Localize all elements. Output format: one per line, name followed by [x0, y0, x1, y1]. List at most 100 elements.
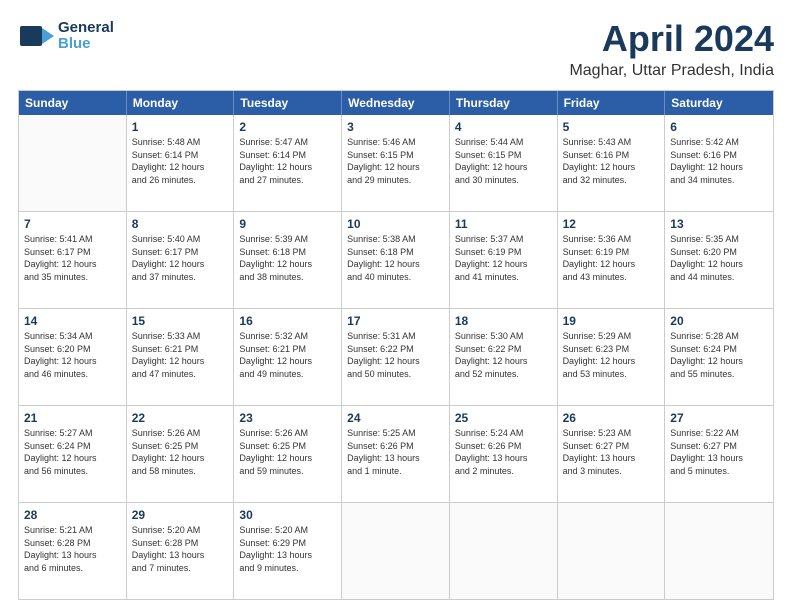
- day-number: 9: [239, 216, 336, 232]
- empty-cell: [450, 503, 558, 599]
- day-cell-3: 3Sunrise: 5:46 AM Sunset: 6:15 PM Daylig…: [342, 115, 450, 211]
- day-number: 25: [455, 410, 552, 426]
- day-number: 13: [670, 216, 768, 232]
- day-info: Sunrise: 5:41 AM Sunset: 6:17 PM Dayligh…: [24, 233, 121, 283]
- day-number: 26: [563, 410, 660, 426]
- day-number: 5: [563, 119, 660, 135]
- day-info: Sunrise: 5:28 AM Sunset: 6:24 PM Dayligh…: [670, 330, 768, 380]
- day-number: 15: [132, 313, 229, 329]
- day-number: 1: [132, 119, 229, 135]
- day-info: Sunrise: 5:35 AM Sunset: 6:20 PM Dayligh…: [670, 233, 768, 283]
- day-info: Sunrise: 5:21 AM Sunset: 6:28 PM Dayligh…: [24, 524, 121, 574]
- day-cell-8: 8Sunrise: 5:40 AM Sunset: 6:17 PM Daylig…: [127, 212, 235, 308]
- day-info: Sunrise: 5:31 AM Sunset: 6:22 PM Dayligh…: [347, 330, 444, 380]
- day-info: Sunrise: 5:47 AM Sunset: 6:14 PM Dayligh…: [239, 136, 336, 186]
- day-cell-24: 24Sunrise: 5:25 AM Sunset: 6:26 PM Dayli…: [342, 406, 450, 502]
- header: General Blue April 2024 Maghar, Uttar Pr…: [18, 18, 774, 80]
- day-number: 7: [24, 216, 121, 232]
- day-info: Sunrise: 5:24 AM Sunset: 6:26 PM Dayligh…: [455, 427, 552, 477]
- day-header-friday: Friday: [558, 91, 666, 115]
- logo-blue: Blue: [58, 36, 114, 53]
- day-cell-12: 12Sunrise: 5:36 AM Sunset: 6:19 PM Dayli…: [558, 212, 666, 308]
- day-header-tuesday: Tuesday: [234, 91, 342, 115]
- empty-cell: [665, 503, 773, 599]
- day-cell-28: 28Sunrise: 5:21 AM Sunset: 6:28 PM Dayli…: [19, 503, 127, 599]
- day-number: 4: [455, 119, 552, 135]
- day-info: Sunrise: 5:30 AM Sunset: 6:22 PM Dayligh…: [455, 330, 552, 380]
- empty-cell: [19, 115, 127, 211]
- title-block: April 2024 Maghar, Uttar Pradesh, India: [569, 18, 774, 80]
- day-info: Sunrise: 5:20 AM Sunset: 6:29 PM Dayligh…: [239, 524, 336, 574]
- page: General Blue April 2024 Maghar, Uttar Pr…: [0, 0, 792, 612]
- calendar-week-2: 7Sunrise: 5:41 AM Sunset: 6:17 PM Daylig…: [19, 212, 773, 309]
- day-number: 20: [670, 313, 768, 329]
- day-number: 14: [24, 313, 121, 329]
- day-info: Sunrise: 5:36 AM Sunset: 6:19 PM Dayligh…: [563, 233, 660, 283]
- logo-general: General: [58, 20, 114, 37]
- day-cell-7: 7Sunrise: 5:41 AM Sunset: 6:17 PM Daylig…: [19, 212, 127, 308]
- day-number: 28: [24, 507, 121, 523]
- calendar-body: 1Sunrise: 5:48 AM Sunset: 6:14 PM Daylig…: [19, 115, 773, 599]
- calendar-week-1: 1Sunrise: 5:48 AM Sunset: 6:14 PM Daylig…: [19, 115, 773, 212]
- day-header-saturday: Saturday: [665, 91, 773, 115]
- day-number: 29: [132, 507, 229, 523]
- day-cell-5: 5Sunrise: 5:43 AM Sunset: 6:16 PM Daylig…: [558, 115, 666, 211]
- day-number: 3: [347, 119, 444, 135]
- day-header-monday: Monday: [127, 91, 235, 115]
- day-info: Sunrise: 5:42 AM Sunset: 6:16 PM Dayligh…: [670, 136, 768, 186]
- day-info: Sunrise: 5:39 AM Sunset: 6:18 PM Dayligh…: [239, 233, 336, 283]
- calendar-week-4: 21Sunrise: 5:27 AM Sunset: 6:24 PM Dayli…: [19, 406, 773, 503]
- day-cell-14: 14Sunrise: 5:34 AM Sunset: 6:20 PM Dayli…: [19, 309, 127, 405]
- day-cell-4: 4Sunrise: 5:44 AM Sunset: 6:15 PM Daylig…: [450, 115, 558, 211]
- day-cell-2: 2Sunrise: 5:47 AM Sunset: 6:14 PM Daylig…: [234, 115, 342, 211]
- day-cell-26: 26Sunrise: 5:23 AM Sunset: 6:27 PM Dayli…: [558, 406, 666, 502]
- empty-cell: [342, 503, 450, 599]
- day-number: 11: [455, 216, 552, 232]
- day-info: Sunrise: 5:26 AM Sunset: 6:25 PM Dayligh…: [239, 427, 336, 477]
- logo: General Blue: [18, 18, 114, 54]
- day-cell-15: 15Sunrise: 5:33 AM Sunset: 6:21 PM Dayli…: [127, 309, 235, 405]
- day-info: Sunrise: 5:23 AM Sunset: 6:27 PM Dayligh…: [563, 427, 660, 477]
- day-cell-19: 19Sunrise: 5:29 AM Sunset: 6:23 PM Dayli…: [558, 309, 666, 405]
- day-number: 17: [347, 313, 444, 329]
- day-cell-21: 21Sunrise: 5:27 AM Sunset: 6:24 PM Dayli…: [19, 406, 127, 502]
- day-info: Sunrise: 5:44 AM Sunset: 6:15 PM Dayligh…: [455, 136, 552, 186]
- calendar-week-5: 28Sunrise: 5:21 AM Sunset: 6:28 PM Dayli…: [19, 503, 773, 599]
- day-number: 21: [24, 410, 121, 426]
- day-cell-16: 16Sunrise: 5:32 AM Sunset: 6:21 PM Dayli…: [234, 309, 342, 405]
- day-header-sunday: Sunday: [19, 91, 127, 115]
- day-info: Sunrise: 5:29 AM Sunset: 6:23 PM Dayligh…: [563, 330, 660, 380]
- subtitle: Maghar, Uttar Pradesh, India: [569, 62, 774, 80]
- day-number: 30: [239, 507, 336, 523]
- day-number: 27: [670, 410, 768, 426]
- day-info: Sunrise: 5:38 AM Sunset: 6:18 PM Dayligh…: [347, 233, 444, 283]
- calendar: SundayMondayTuesdayWednesdayThursdayFrid…: [18, 90, 774, 600]
- day-info: Sunrise: 5:48 AM Sunset: 6:14 PM Dayligh…: [132, 136, 229, 186]
- day-number: 18: [455, 313, 552, 329]
- day-info: Sunrise: 5:37 AM Sunset: 6:19 PM Dayligh…: [455, 233, 552, 283]
- day-cell-18: 18Sunrise: 5:30 AM Sunset: 6:22 PM Dayli…: [450, 309, 558, 405]
- day-info: Sunrise: 5:46 AM Sunset: 6:15 PM Dayligh…: [347, 136, 444, 186]
- day-cell-13: 13Sunrise: 5:35 AM Sunset: 6:20 PM Dayli…: [665, 212, 773, 308]
- day-info: Sunrise: 5:43 AM Sunset: 6:16 PM Dayligh…: [563, 136, 660, 186]
- day-info: Sunrise: 5:34 AM Sunset: 6:20 PM Dayligh…: [24, 330, 121, 380]
- day-number: 12: [563, 216, 660, 232]
- main-title: April 2024: [569, 18, 774, 60]
- day-header-wednesday: Wednesday: [342, 91, 450, 115]
- day-cell-30: 30Sunrise: 5:20 AM Sunset: 6:29 PM Dayli…: [234, 503, 342, 599]
- empty-cell: [558, 503, 666, 599]
- day-number: 23: [239, 410, 336, 426]
- day-cell-17: 17Sunrise: 5:31 AM Sunset: 6:22 PM Dayli…: [342, 309, 450, 405]
- day-info: Sunrise: 5:33 AM Sunset: 6:21 PM Dayligh…: [132, 330, 229, 380]
- day-cell-1: 1Sunrise: 5:48 AM Sunset: 6:14 PM Daylig…: [127, 115, 235, 211]
- day-cell-22: 22Sunrise: 5:26 AM Sunset: 6:25 PM Dayli…: [127, 406, 235, 502]
- day-number: 6: [670, 119, 768, 135]
- day-cell-9: 9Sunrise: 5:39 AM Sunset: 6:18 PM Daylig…: [234, 212, 342, 308]
- day-number: 10: [347, 216, 444, 232]
- day-cell-11: 11Sunrise: 5:37 AM Sunset: 6:19 PM Dayli…: [450, 212, 558, 308]
- day-number: 2: [239, 119, 336, 135]
- day-cell-6: 6Sunrise: 5:42 AM Sunset: 6:16 PM Daylig…: [665, 115, 773, 211]
- day-cell-10: 10Sunrise: 5:38 AM Sunset: 6:18 PM Dayli…: [342, 212, 450, 308]
- day-number: 8: [132, 216, 229, 232]
- calendar-header: SundayMondayTuesdayWednesdayThursdayFrid…: [19, 91, 773, 115]
